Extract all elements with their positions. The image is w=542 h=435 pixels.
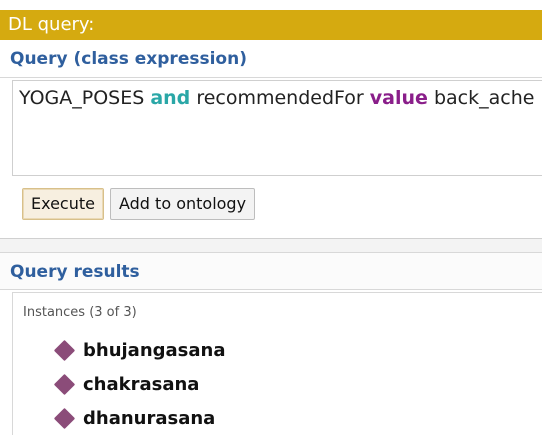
list-item[interactable]: chakrasana [53,367,226,401]
expression-part: back_ache [427,87,535,109]
section-separator[interactable] [0,238,542,252]
list-item[interactable]: bhujangasana [53,333,226,367]
panel-title-bar: DL query: [0,10,542,40]
query-expression-input[interactable]: YOGA_POSES and recommendedFor value back… [12,80,542,176]
instances-count-label: Instances (3 of 3) [23,305,137,320]
panel-title: DL query: [8,14,95,35]
diamond-icon [53,407,76,429]
query-header-label: Query (class expression) [10,49,247,69]
diamond-icon [53,373,76,395]
execute-button[interactable]: Execute [22,188,104,220]
results-section-header: Query results [0,252,542,290]
expression-part: recommendedFor [190,87,370,109]
individual-name: bhujangasana [83,339,226,361]
individual-name: chakrasana [83,373,200,395]
list-item[interactable]: dhanurasana [53,401,226,435]
results-header-label: Query results [10,262,140,282]
query-button-row: Execute Add to ontology [22,188,261,222]
top-strip [0,0,542,10]
dl-query-panel: DL query: Query (class expression) YOGA_… [0,0,542,435]
query-section-header: Query (class expression) [0,40,542,78]
diamond-icon [53,339,76,361]
instances-list: bhujangasana chakrasana dhanurasana [53,333,226,435]
expression-part: YOGA_POSES [19,87,151,109]
keyword-value: value [369,87,428,109]
keyword-and: and [150,87,191,109]
individual-name: dhanurasana [83,407,216,429]
add-to-ontology-button[interactable]: Add to ontology [109,188,256,220]
results-area: Instances (3 of 3) bhujangasana chakrasa… [12,292,542,435]
